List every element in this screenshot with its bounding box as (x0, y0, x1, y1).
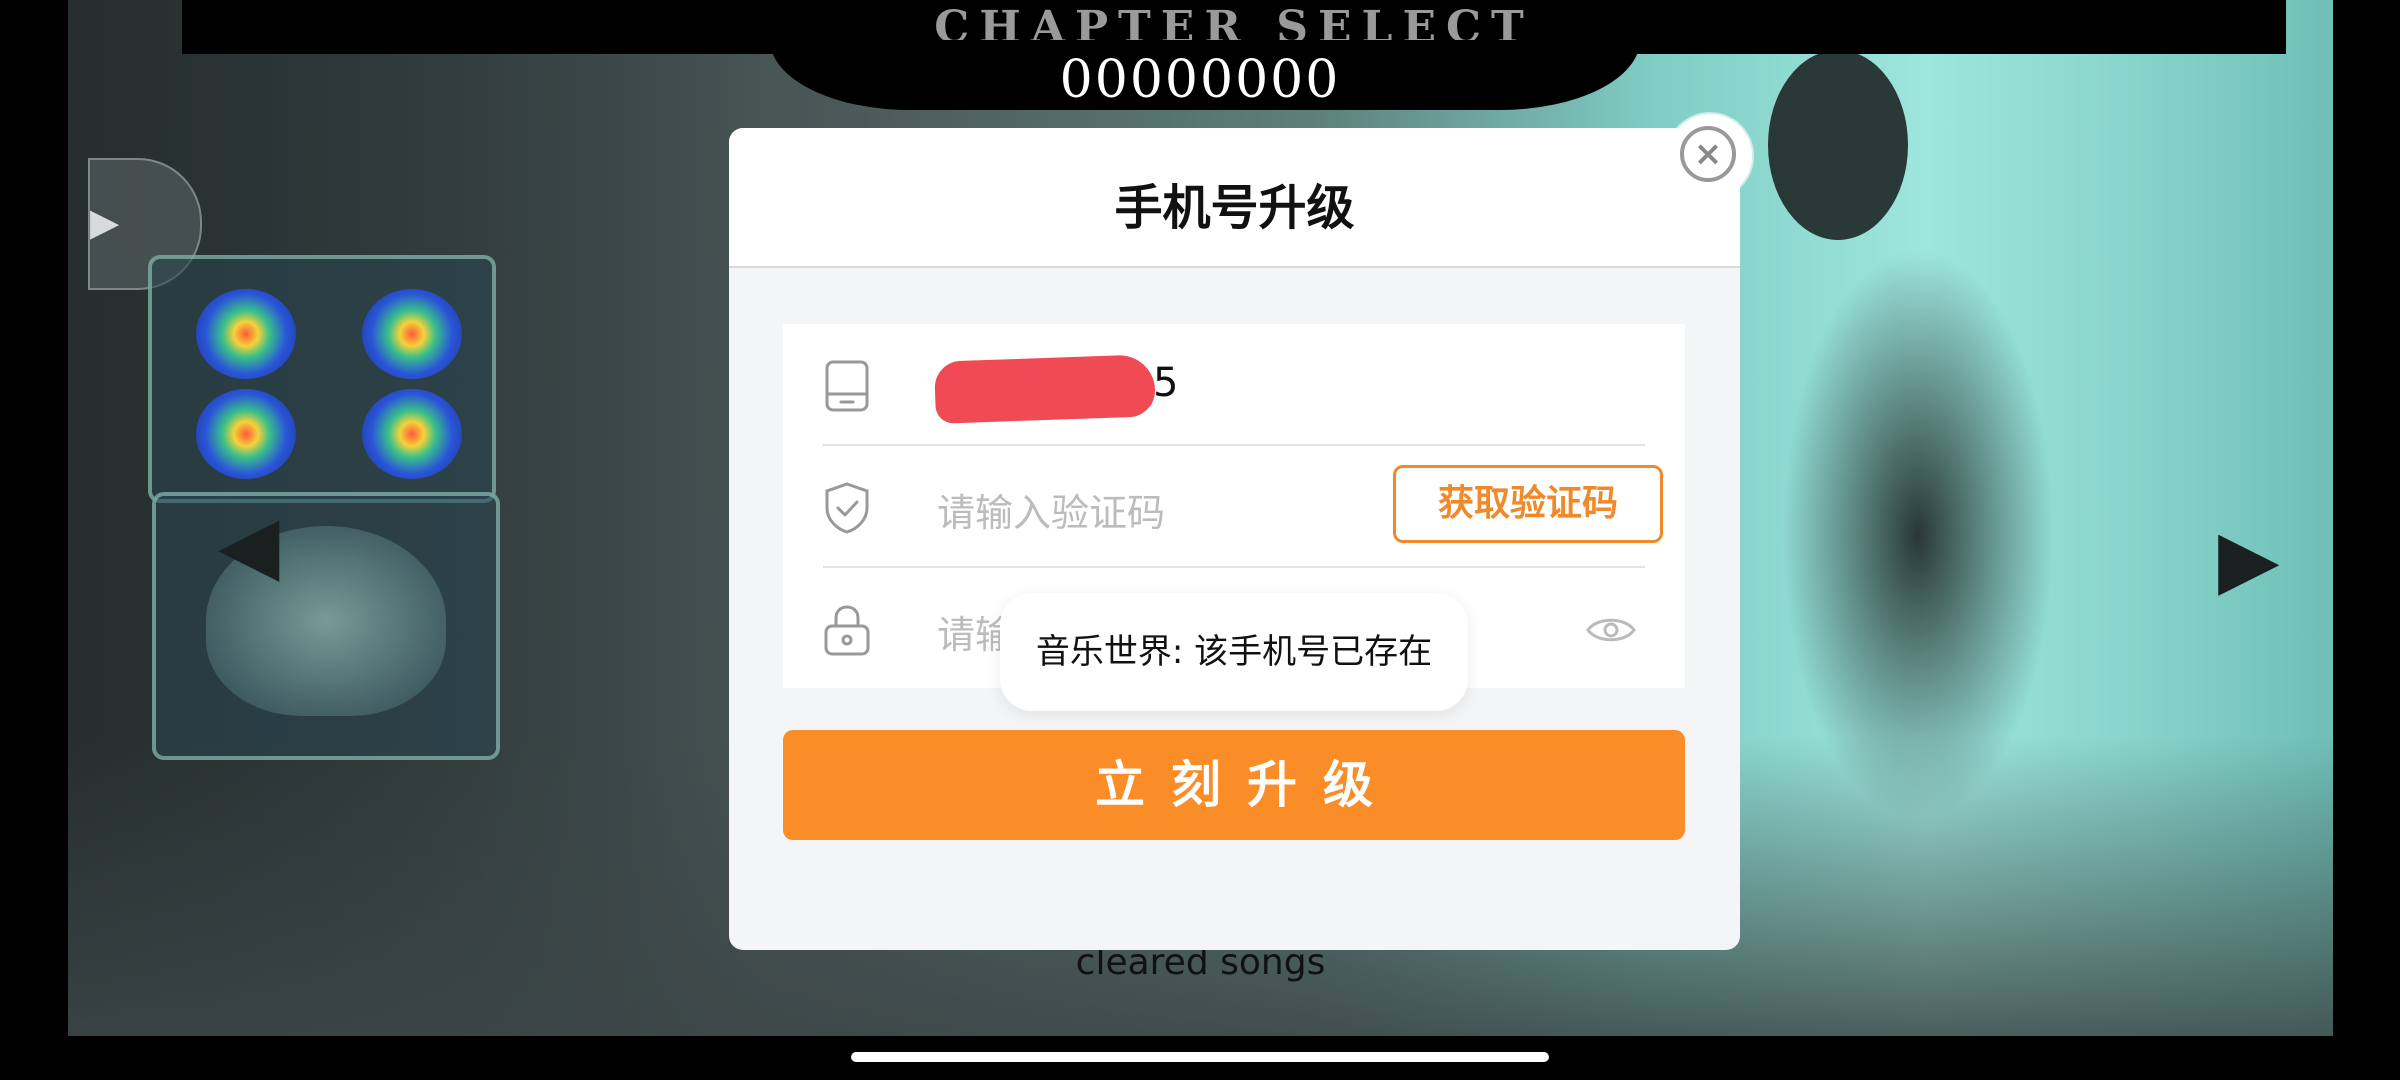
score-counter: 00000000 (1059, 50, 1341, 110)
get-code-button[interactable]: 获取验证码 (1393, 465, 1663, 543)
brain-scan-image (196, 289, 296, 379)
dialog-header: 手机号升级 (729, 128, 1740, 268)
shield-check-icon (825, 482, 869, 534)
verification-code-placeholder: 请输入验证码 (937, 491, 1166, 535)
upgrade-now-button[interactable]: 立刻升级 (783, 730, 1685, 840)
close-button[interactable]: × (1668, 114, 1752, 198)
brain-scan-panel (148, 255, 496, 503)
home-indicator[interactable] (851, 1052, 1549, 1062)
arrow-left-icon[interactable]: ◀ (218, 498, 280, 591)
phone-field[interactable]: 5 (823, 324, 1645, 446)
brain-scan-image (196, 389, 296, 479)
dialog-title: 手机号升级 (1114, 180, 1355, 236)
verification-code-field[interactable]: 请输入验证码 获取验证码 (823, 446, 1663, 568)
phone-upgrade-dialog: 手机号升级 5 请输入验证码 获取验证码 请输 立刻升级 (729, 128, 1740, 950)
redaction-mark (933, 354, 1157, 424)
close-icon: × (1680, 126, 1736, 182)
phone-value: 5 (1153, 360, 1179, 406)
toast-message: 音乐世界: 该手机号已存在 (1000, 593, 1468, 711)
lock-icon (824, 605, 870, 656)
eye-icon[interactable] (1585, 612, 1637, 648)
phone-icon (825, 360, 869, 412)
arrow-right-icon[interactable]: ▶ (2218, 512, 2280, 605)
brain-scan-image (362, 389, 462, 479)
play-icon: ▶ (90, 200, 120, 244)
brain-scan-image (362, 289, 462, 379)
head-scan-panel (152, 492, 500, 760)
